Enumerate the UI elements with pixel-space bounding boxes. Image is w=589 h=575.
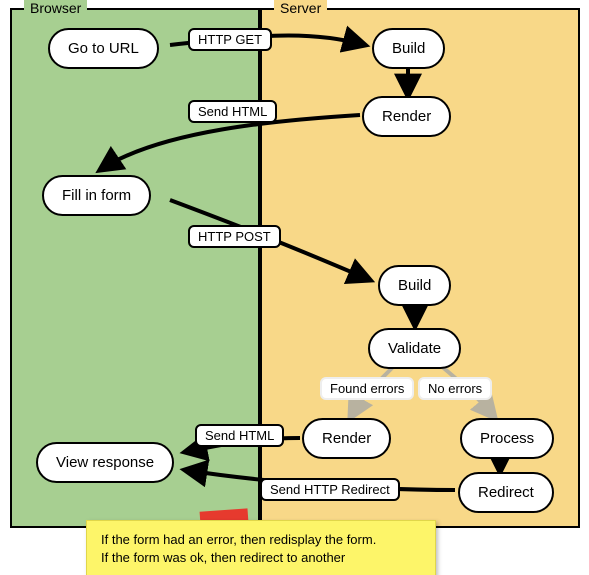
- note-line-1: If the form had an error, then redisplay…: [101, 531, 421, 549]
- step-view-response: View response: [36, 442, 174, 483]
- edge-send-html-1: Send HTML: [188, 100, 277, 123]
- edge-http-post: HTTP POST: [188, 225, 281, 248]
- step-render-1: Render: [362, 96, 451, 137]
- step-process: Process: [460, 418, 554, 459]
- edge-no-errors: No errors: [418, 377, 492, 400]
- edge-found-errors: Found errors: [320, 377, 414, 400]
- lane-title-server: Server: [274, 0, 327, 16]
- note-line-2: If the form was ok, then redirect to ano…: [101, 549, 421, 567]
- step-build-2: Build: [378, 265, 451, 306]
- footer-note: If the form had an error, then redisplay…: [86, 520, 436, 575]
- edge-http-get: HTTP GET: [188, 28, 272, 51]
- step-validate: Validate: [368, 328, 461, 369]
- edge-send-redirect: Send HTTP Redirect: [260, 478, 400, 501]
- step-fill-in-form: Fill in form: [42, 175, 151, 216]
- step-go-to-url: Go to URL: [48, 28, 159, 69]
- step-build-1: Build: [372, 28, 445, 69]
- step-render-2: Render: [302, 418, 391, 459]
- diagram-stage: { "lanes": { "browser": "Browser", "serv…: [0, 0, 589, 575]
- lane-title-browser: Browser: [24, 0, 87, 16]
- step-redirect: Redirect: [458, 472, 554, 513]
- edge-send-html-2: Send HTML: [195, 424, 284, 447]
